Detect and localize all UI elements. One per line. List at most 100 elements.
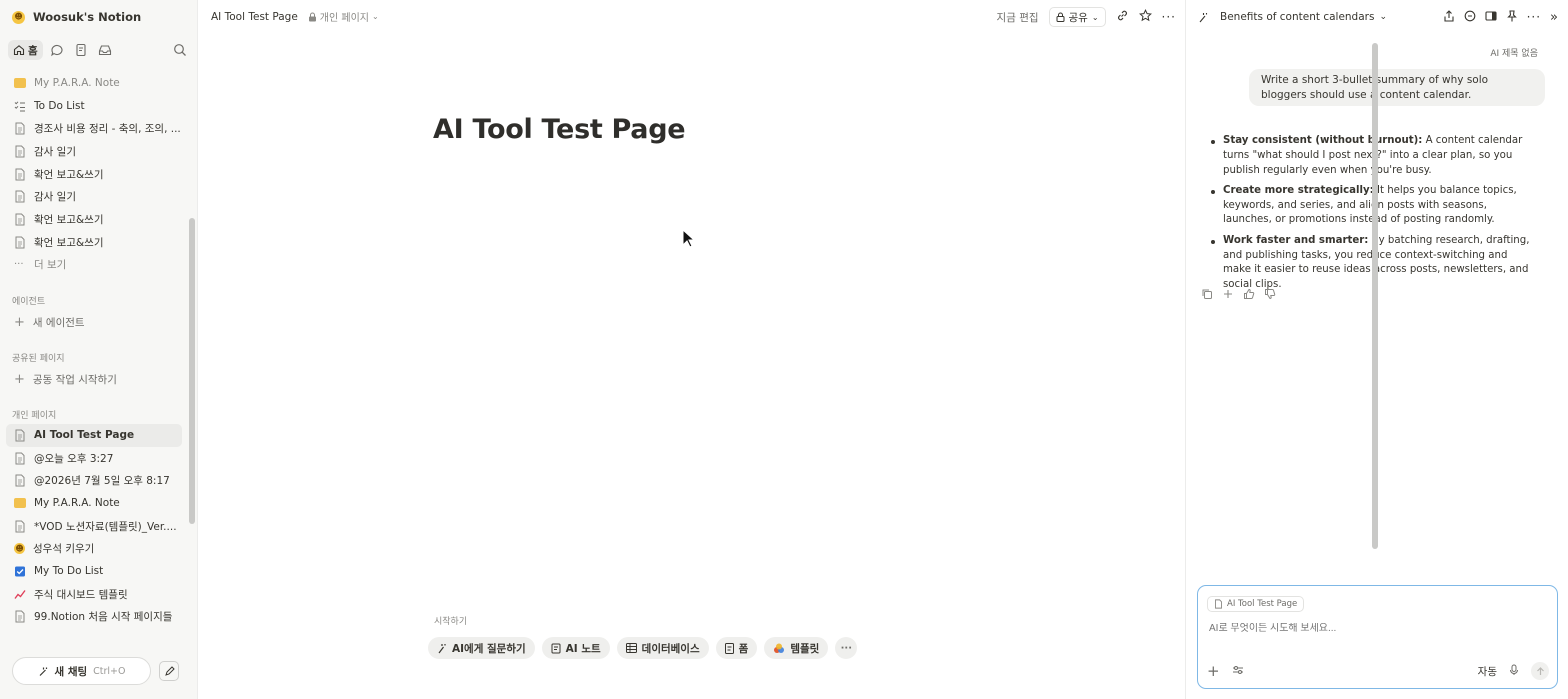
ai-notes-chip[interactable]: AI 노트 [541, 637, 610, 659]
ai-input-box: AI Tool Test Page + 자동 [1197, 585, 1558, 689]
privacy-menu[interactable]: 개인 페이지 ⌄ [308, 9, 379, 24]
get-started-label: 시작하기 [434, 617, 468, 627]
sidebar-item[interactable]: 주식 대시보드 템플릿 [6, 583, 182, 606]
folder-emoji-icon [14, 498, 26, 509]
sidebar-item[interactable]: AI Tool Test Page [6, 424, 182, 447]
copy-icon[interactable] [1201, 288, 1213, 300]
input-tools: + [1207, 661, 1244, 680]
ai-panel-scrollbar[interactable] [1372, 43, 1378, 549]
sidebar-item[interactable]: 99.Notion 처음 시작 페이지들 [6, 606, 182, 629]
context-chip[interactable]: AI Tool Test Page [1207, 596, 1305, 612]
sidebar-item[interactable]: To Do List [6, 95, 182, 118]
ai-prompt-input[interactable] [1209, 623, 1539, 634]
page-icon [15, 168, 25, 181]
thumbs-up-icon[interactable] [1243, 288, 1255, 300]
sidebar-nav: 홈 [8, 39, 190, 61]
sidebar-item[interactable]: @2026년 7월 5일 오후 8:17 [6, 469, 182, 492]
compose-button[interactable] [159, 661, 179, 681]
link-icon[interactable] [1116, 9, 1129, 25]
ai-icon [1199, 12, 1208, 22]
checkbox-icon [15, 566, 25, 577]
workspace-switcher[interactable]: ☻ Woosuk's Notion [12, 8, 141, 26]
agents-section-header: 에이전트 [12, 297, 46, 307]
table-icon [625, 643, 637, 653]
sidebar-item[interactable]: 경조사 비용 정리 - 축의, 조의, ... [6, 117, 182, 140]
chart-emoji-icon [14, 589, 26, 599]
sidebar-item[interactable]: 확언 보고&쓰기 [6, 231, 182, 254]
chat-title: Benefits of content calendars [1220, 11, 1375, 23]
page-icon [1215, 599, 1222, 609]
database-chip[interactable]: 데이터베이스 [616, 637, 709, 659]
mode-selector[interactable]: 자동 [1478, 664, 1497, 679]
nav-home-label: 홈 [28, 44, 38, 57]
chevron-down-icon: ⌄ [371, 12, 379, 21]
shared-section-header: 공유된 페이지 [12, 354, 65, 364]
breadcrumb: AI Tool Test Page 개인 페이지 ⌄ [211, 9, 379, 25]
page-icon [15, 213, 25, 226]
new-agent-button[interactable]: + 새 에이전트 [14, 315, 85, 330]
search-icon[interactable] [170, 40, 190, 60]
plus-icon[interactable] [1222, 288, 1234, 300]
sidebar-item[interactable]: My To Do List [6, 560, 182, 583]
page-icon [15, 429, 25, 442]
notion-app: ☻ Woosuk's Notion 홈 My P.A.R.A. Note To … [0, 0, 1568, 699]
form-icon [724, 642, 734, 654]
sidebar-item[interactable]: ☻ 성우석 키우기 [6, 537, 182, 560]
quick-start-chips: AI에게 질문하기 AI 노트 데이터베이스 폼 템플릿 ··· [428, 637, 858, 659]
template-chip[interactable]: 템플릿 [764, 637, 829, 659]
plus-icon[interactable]: + [1207, 662, 1220, 680]
nav-home[interactable]: 홈 [8, 40, 43, 60]
chat-icon[interactable] [47, 40, 67, 60]
sidebar-item[interactable]: 감사 일기 [6, 140, 182, 163]
send-button[interactable] [1531, 662, 1549, 680]
share-icon[interactable] [1443, 9, 1455, 25]
page-icon [15, 122, 25, 135]
sidebar-item[interactable]: @오늘 오후 3:27 [6, 447, 182, 470]
recent-list: My P.A.R.A. Note To Do List 경조사 비용 정리 - … [6, 72, 182, 276]
ellipsis-icon: ··· [840, 642, 852, 654]
new-chat-button[interactable]: 새 채팅 Ctrl+O [12, 657, 151, 685]
sidebar-item[interactable]: My P.A.R.A. Note [6, 492, 182, 515]
lock-icon [308, 12, 316, 21]
share-button[interactable]: 공유 ⌄ [1048, 7, 1106, 27]
star-icon[interactable] [1138, 9, 1152, 25]
sidebar-item[interactable]: My P.A.R.A. Note [6, 72, 182, 95]
sidebar-item[interactable]: 확언 보고&쓰기 [6, 163, 182, 186]
page-icon [15, 190, 25, 203]
sidebar-item[interactable]: 확언 보고&쓰기 [6, 208, 182, 231]
collapse-panel-icon[interactable]: » [1550, 10, 1558, 25]
settings-sliders-icon[interactable] [1232, 661, 1244, 680]
template-icon [774, 643, 785, 653]
thumbs-down-icon[interactable] [1264, 288, 1276, 300]
private-list: AI Tool Test Page @오늘 오후 3:27 @2026년 7월 … [6, 424, 182, 628]
sidebar-item[interactable]: 감사 일기 [6, 185, 182, 208]
start-collab-button[interactable]: + 공동 작업 시작하기 [14, 372, 117, 387]
more-chip[interactable]: ··· [835, 637, 858, 659]
sidebar-item[interactable]: *VOD 노션자료(템플릿)_Ver.... [6, 515, 182, 538]
compose-icon [164, 665, 175, 676]
plus-icon: + [14, 315, 25, 330]
ai-notes-icon[interactable] [71, 40, 91, 60]
more-button[interactable]: ··· 더 보기 [6, 254, 182, 277]
pin-icon[interactable] [1506, 9, 1518, 25]
microphone-icon[interactable] [1509, 664, 1519, 679]
chat-title-menu[interactable]: Benefits of content calendars ⌄ [1198, 11, 1387, 23]
ai-icon [39, 667, 47, 676]
ellipsis-icon: ··· [14, 259, 24, 271]
lock-icon [1056, 12, 1065, 22]
breadcrumb-page[interactable]: AI Tool Test Page [211, 11, 298, 23]
folder-emoji-icon [14, 78, 26, 89]
more-options-icon[interactable]: ··· [1527, 10, 1541, 24]
sidebar-toggle-icon[interactable] [1485, 10, 1497, 25]
ai-panel-header: Benefits of content calendars ⌄ ··· » [1198, 8, 1558, 26]
page-icon [15, 145, 25, 158]
input-right-tools: 자동 [1478, 662, 1549, 680]
more-options-icon[interactable]: ··· [1162, 10, 1176, 24]
ask-ai-chip[interactable]: AI에게 질문하기 [428, 637, 535, 659]
page-actions: 지금 편집 공유 ⌄ ··· [997, 7, 1176, 27]
inbox-icon[interactable] [95, 40, 115, 60]
sidebar-scrollbar[interactable] [189, 218, 195, 524]
comment-icon[interactable] [1464, 10, 1476, 25]
form-chip[interactable]: 폼 [715, 637, 758, 659]
page-title[interactable]: AI Tool Test Page [433, 114, 686, 145]
